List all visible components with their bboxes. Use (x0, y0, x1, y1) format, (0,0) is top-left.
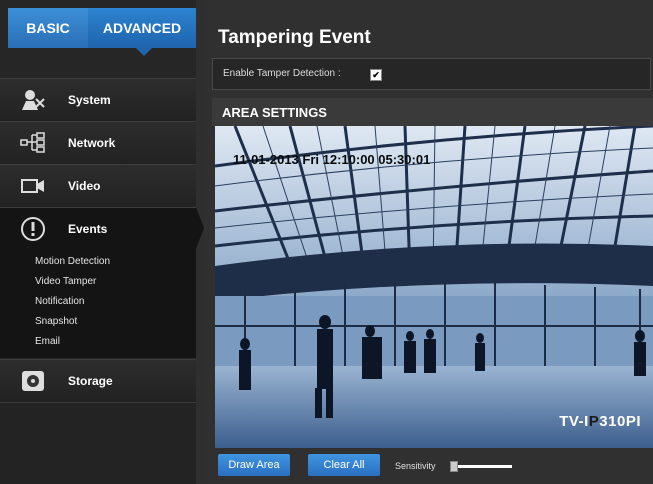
sidebar: BASIC ADVANCED System Network Video Even… (0, 0, 204, 484)
sidebar-footer (0, 402, 196, 484)
active-item-pointer (196, 207, 204, 249)
area-settings-header: AREA SETTINGS (212, 98, 653, 126)
video-icon (18, 175, 48, 197)
video-timestamp: 11-01-2013 Fri 12:10:00 05:30:01 (233, 152, 431, 167)
enable-tamper-label: Enable Tamper Detection : (223, 68, 341, 79)
draw-area-button[interactable]: Draw Area (218, 454, 290, 476)
sidebar-item-label: Video (68, 179, 101, 193)
events-submenu: Motion Detection Video Tamper Notificati… (0, 250, 196, 358)
sidebar-item-label: Events (68, 222, 108, 236)
camera-name-part-1: TV-I (559, 413, 589, 430)
area-settings-title: AREA SETTINGS (222, 105, 327, 120)
tab-basic[interactable]: BASIC (8, 8, 88, 48)
storage-icon (18, 370, 48, 392)
camera-video-feed[interactable]: 11-01-2013 Fri 12:10:00 05:30:01 TV-IP31… (215, 126, 653, 448)
sidebar-item-video[interactable]: Video (0, 164, 196, 207)
main-panel: Tampering Event Enable Tamper Detection … (204, 0, 653, 483)
sidebar-item-system[interactable]: System (0, 78, 196, 121)
submenu-item-snapshot[interactable]: Snapshot (35, 316, 77, 327)
sensitivity-slider-handle[interactable] (450, 461, 458, 472)
sidebar-item-storage[interactable]: Storage (0, 359, 196, 402)
sidebar-item-network[interactable]: Network (0, 121, 196, 164)
camera-name-overlay: TV-IP310PI (559, 413, 641, 430)
camera-name-part-2: P (588, 413, 600, 430)
page-title: Tampering Event (218, 27, 371, 48)
active-tab-pointer (136, 48, 152, 56)
sensitivity-label: Sensitivity (395, 461, 436, 471)
network-icon (18, 132, 48, 154)
enable-tamper-checkbox[interactable]: ✔ (370, 69, 382, 81)
submenu-item-email[interactable]: Email (35, 336, 60, 347)
events-icon (18, 217, 48, 241)
tab-advanced[interactable]: ADVANCED (88, 8, 196, 48)
enable-tamper-row: Enable Tamper Detection : ✔ (212, 58, 651, 90)
mode-tabs: BASIC ADVANCED (0, 0, 196, 56)
camera-name-part-3: 310PI (599, 413, 641, 430)
sidebar-item-label: System (68, 93, 111, 107)
submenu-item-video-tamper[interactable]: Video Tamper (35, 276, 96, 287)
submenu-item-notification[interactable]: Notification (35, 296, 84, 307)
submenu-item-motion-detection[interactable]: Motion Detection (35, 256, 110, 267)
sidebar-item-label: Storage (68, 374, 113, 388)
sensitivity-slider-track[interactable] (452, 465, 512, 468)
system-icon (18, 89, 48, 111)
clear-all-button[interactable]: Clear All (308, 454, 380, 476)
sidebar-item-events[interactable]: Events (0, 207, 196, 250)
video-frame-image (215, 126, 653, 448)
sidebar-item-label: Network (68, 136, 116, 150)
